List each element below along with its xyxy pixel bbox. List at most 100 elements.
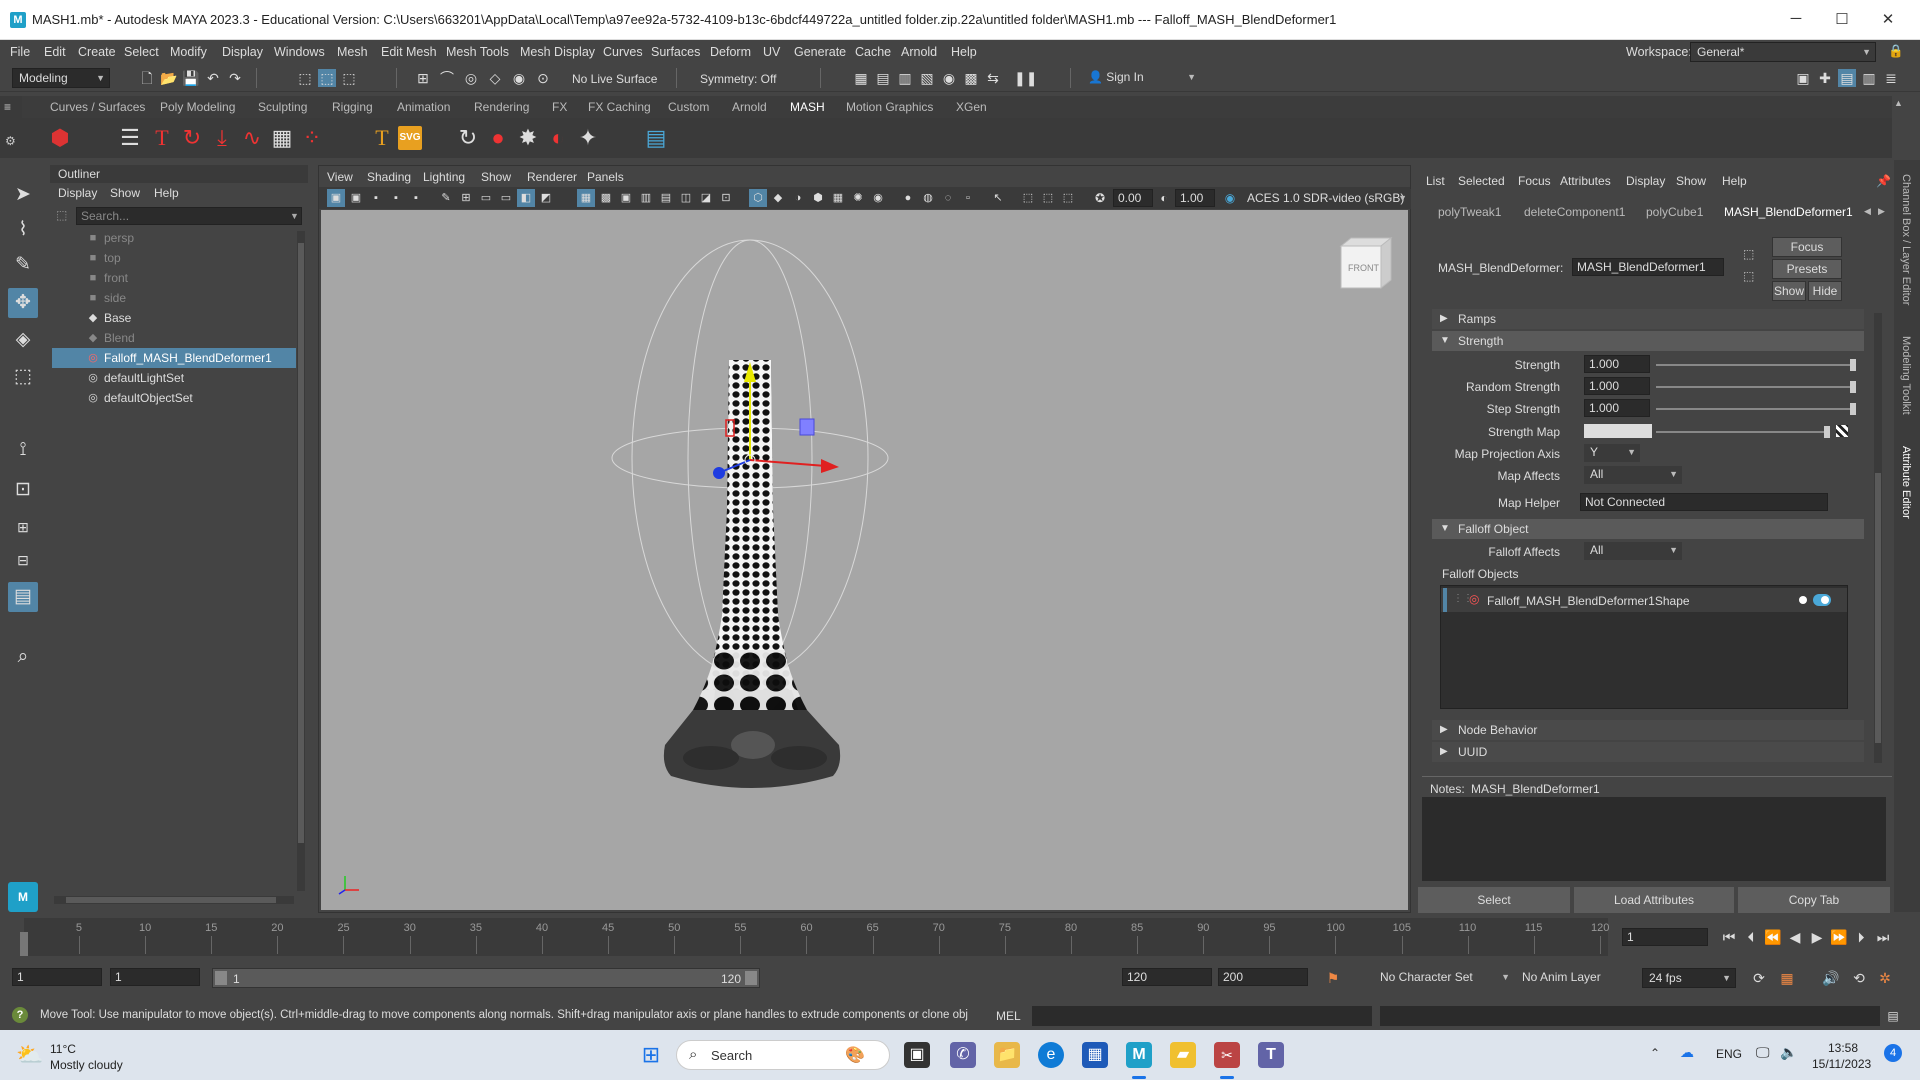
side-tab-attribute-editor[interactable]: Attribute Editor — [1900, 446, 1912, 519]
loop-playback-icon[interactable]: ⟳ — [1750, 969, 1768, 987]
enable-toggle[interactable] — [1813, 594, 1831, 606]
tool-settings-icon[interactable]: ▥ — [1860, 69, 1878, 87]
load-attributes-button[interactable]: Load Attributes — [1574, 887, 1734, 913]
range-end-handle[interactable] — [745, 971, 757, 985]
type-icon[interactable]: T — [368, 124, 396, 152]
frame-selected-icon[interactable]: ⬚ — [1039, 189, 1057, 207]
ae-tab-deletecomponent1[interactable]: deleteComponent1 — [1524, 205, 1625, 219]
viewport-menu-lighting[interactable]: Lighting — [423, 170, 465, 184]
menu-select[interactable]: Select — [124, 45, 159, 59]
light-icon[interactable]: ✺ — [849, 189, 867, 207]
scrollbar-thumb[interactable] — [1875, 473, 1881, 743]
menu-mesh-display[interactable]: Mesh Display — [520, 45, 595, 59]
volume-icon[interactable]: 🔈 — [1780, 1044, 1797, 1061]
open-scene-icon[interactable]: 📂 — [160, 69, 178, 87]
symmetry-dropdown[interactable]: Symmetry: Off — [700, 72, 776, 86]
outliner-vertical-scrollbar[interactable] — [297, 231, 305, 891]
shelf-tab-xgen[interactable]: XGen — [956, 100, 987, 114]
undo-icon[interactable]: ↶ — [204, 69, 222, 87]
menu-help[interactable]: Help — [951, 45, 977, 59]
magnet-icon[interactable]: ◐ — [544, 124, 572, 152]
falloff-affects-dropdown[interactable]: All ▼ — [1584, 542, 1682, 560]
play-backwards-icon[interactable]: ◀ — [1786, 928, 1804, 946]
side-tab-channel-box[interactable]: Channel Box / Layer Editor — [1900, 174, 1912, 305]
hamburger-icon[interactable]: ≡ — [4, 100, 11, 114]
outliner-item-falloff[interactable]: ◎ Falloff_MASH_BlendDeformer1 — [52, 348, 296, 368]
shelf-tab-fx[interactable]: FX — [552, 100, 567, 114]
menu-create[interactable]: Create — [78, 45, 116, 59]
ae-tab-polytweak1[interactable]: polyTweak1 — [1438, 205, 1501, 219]
four-pane-layout-icon[interactable]: ⊞ — [8, 512, 38, 542]
step-forward-frame-icon[interactable]: ⏵ — [1852, 928, 1870, 946]
outliner-search-input[interactable]: Search... — [76, 207, 302, 225]
time-ruler[interactable]: 5 10 15 20 25 30 35 40 45 50 55 60 65 70 75 80 85 90 95 100… — [24, 918, 1609, 956]
current-time-marker[interactable] — [20, 932, 28, 956]
depth-of-field-icon[interactable]: ◍ — [919, 189, 937, 207]
workspace-dropdown[interactable]: General* ▼ — [1690, 42, 1876, 62]
script-icon[interactable]: ▤ — [642, 124, 670, 152]
weather-icon[interactable]: ⛅ — [16, 1042, 43, 1068]
animation-prefs-icon[interactable]: ✲ — [1876, 969, 1894, 987]
menu-deform[interactable]: Deform — [710, 45, 751, 59]
gear-icon[interactable]: ⚙ — [5, 134, 16, 148]
exposure-field[interactable]: 0.00 — [1113, 189, 1153, 207]
folder-icon[interactable]: ▰ — [1170, 1042, 1196, 1068]
task-view-icon[interactable]: ▣ — [904, 1042, 930, 1068]
section-strength[interactable]: ▼ Strength — [1432, 331, 1864, 351]
isolate-icon[interactable]: ◧ — [517, 189, 535, 207]
rotate-icon[interactable]: ↻ — [178, 124, 206, 152]
hide-button[interactable]: Hide — [1808, 281, 1842, 301]
exposure-icon[interactable]: ✪ — [1091, 189, 1109, 207]
current-frame-field[interactable]: 1 — [1622, 928, 1708, 946]
menu-uv[interactable]: UV — [763, 45, 780, 59]
teams-icon[interactable]: T — [1258, 1042, 1284, 1068]
view-cube[interactable]: FRONT — [1339, 236, 1393, 290]
outliner-item-front[interactable]: ■ front — [50, 268, 294, 288]
strength-map-slider-knob[interactable] — [1824, 426, 1830, 438]
menu-surfaces[interactable]: Surfaces — [651, 45, 700, 59]
anti-alias-icon[interactable]: ▦ — [829, 189, 847, 207]
shelf-tab-sculpting[interactable]: Sculpting — [258, 100, 307, 114]
menu-curves[interactable]: Curves — [603, 45, 643, 59]
channel-box-toggle-icon[interactable]: ▣ — [1794, 69, 1812, 87]
viewport-menu-view[interactable]: View — [327, 170, 353, 184]
ae-menu-show[interactable]: Show — [1676, 174, 1706, 188]
snap-point-icon[interactable]: ◎ — [462, 69, 480, 87]
clock-date[interactable]: 15/11/2023 — [1812, 1057, 1871, 1071]
section-node-behavior[interactable]: ▶ Node Behavior — [1432, 720, 1864, 740]
rotate-tool-icon[interactable]: ◈ — [8, 325, 38, 355]
close-button[interactable]: ✕ — [1878, 10, 1898, 30]
outliner-layout-icon[interactable]: ▤ — [8, 582, 38, 612]
screen-space-icon[interactable]: ▫ — [959, 189, 977, 207]
select-button[interactable]: Select — [1418, 887, 1570, 913]
cache-playback-icon[interactable]: ▦ — [1778, 969, 1796, 987]
menu-cache[interactable]: Cache — [855, 45, 891, 59]
snap-curve-icon[interactable]: ⌒ — [438, 69, 456, 87]
outliner-menu-help[interactable]: Help — [154, 186, 179, 200]
step-forward-key-icon[interactable]: ⏩ — [1830, 928, 1848, 946]
layout-icon[interactable]: ≣ — [1882, 69, 1900, 87]
file-explorer-icon[interactable]: 📁 — [994, 1042, 1020, 1068]
paint-select-tool-icon[interactable]: ✎ — [8, 250, 38, 280]
onedrive-icon[interactable]: ☁ — [1680, 1044, 1694, 1061]
redo-icon[interactable]: ↷ — [226, 69, 244, 87]
outliner-item-default-light-set[interactable]: ◎ defaultLightSet — [50, 368, 294, 388]
mel-label[interactable]: MEL — [996, 1009, 1021, 1023]
outliner-item-blend[interactable]: ◆ Blend — [50, 328, 294, 348]
tab-scroll-left-icon[interactable]: ◀ — [1864, 206, 1871, 217]
notes-textarea[interactable] — [1422, 797, 1886, 881]
tray-chevron-up-icon[interactable]: ⌃ — [1650, 1046, 1660, 1060]
section-falloff-object[interactable]: ▼ Falloff Object — [1432, 519, 1864, 539]
snipping-tool-icon[interactable]: ✂ — [1214, 1042, 1240, 1068]
ae-menu-list[interactable]: List — [1426, 174, 1445, 188]
outliner-item-persp[interactable]: ■ persp — [50, 228, 294, 248]
edge-browser-icon[interactable]: e — [1038, 1042, 1064, 1068]
xray-icon[interactable]: ◩ — [537, 189, 555, 207]
move-tool-icon[interactable]: ✥ — [8, 288, 38, 318]
step-strength-slider[interactable] — [1656, 403, 1856, 415]
outliner-menu-show[interactable]: Show — [110, 186, 140, 200]
render-settings-icon[interactable]: ▧ — [918, 69, 936, 87]
two-pane-layout-icon[interactable]: ⊟ — [8, 545, 38, 575]
ipr-render-icon[interactable]: ▥ — [896, 69, 914, 87]
attribute-editor-toggle-icon[interactable]: ▤ — [1838, 69, 1856, 87]
